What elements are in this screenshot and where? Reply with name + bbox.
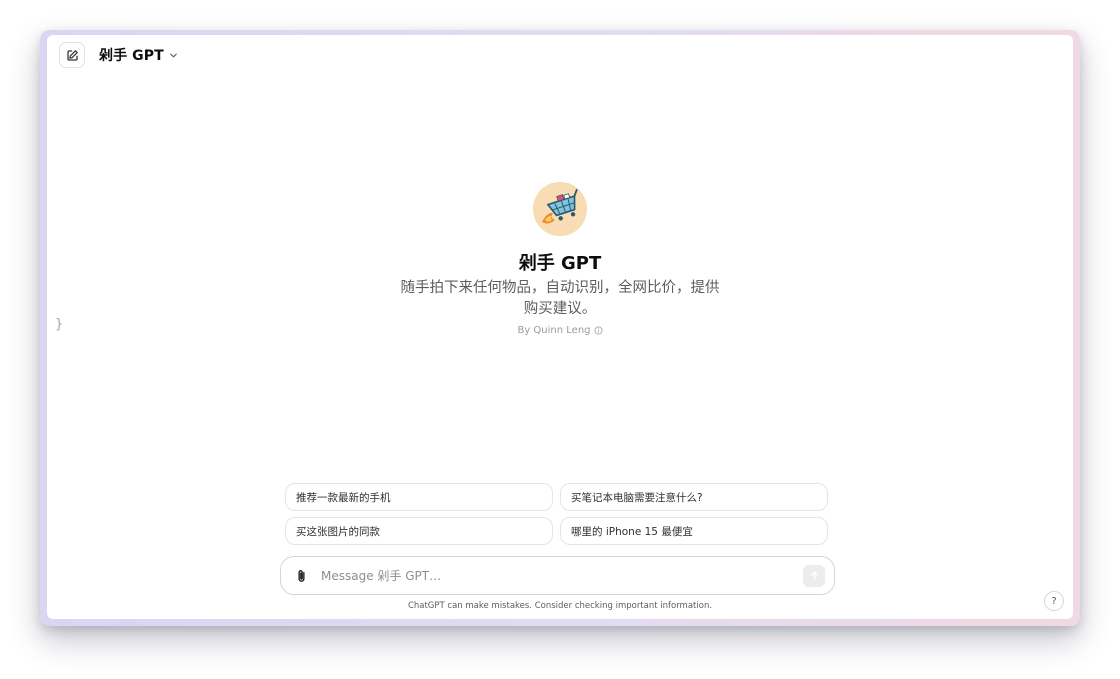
chevron-down-icon xyxy=(169,53,177,57)
attach-button[interactable] xyxy=(281,557,321,594)
chatgpt-window: 剁手 GPT } 剁手 GPT 随手拍下来任何物品，自动识别，全网比价，提供购买… xyxy=(47,35,1073,619)
edit-icon xyxy=(66,49,78,61)
suggestion-card[interactable]: 推荐一款最新的手机 xyxy=(285,483,553,511)
send-button[interactable] xyxy=(803,564,825,587)
gpt-name: 剁手 GPT xyxy=(518,253,602,274)
new-chat-button[interactable] xyxy=(59,42,85,68)
info-icon xyxy=(593,326,603,335)
gpt-author-label: By Quinn Leng xyxy=(517,325,591,336)
paperclip-icon xyxy=(297,569,305,582)
gpt-author: By Quinn Leng xyxy=(517,325,603,336)
gpt-description: 随手拍下来任何物品，自动识别，全网比价，提供购买建议。 xyxy=(400,280,720,317)
suggestion-card[interactable]: 哪里的 iPhone 15 最便宜 xyxy=(560,517,828,545)
desktop-stage: 剁手 GPT } 剁手 GPT 随手拍下来任何物品，自动识别，全网比价，提供购买… xyxy=(0,0,1120,679)
suggestion-card[interactable]: 买这张图片的同款 xyxy=(285,517,553,545)
shopping-cart-rocket-icon xyxy=(533,182,587,236)
gpt-selector[interactable]: 剁手 GPT xyxy=(99,44,178,66)
suggestion-card[interactable]: 买笔记本电脑需要注意什么? xyxy=(560,483,828,511)
help-button[interactable]: ? xyxy=(1044,591,1064,611)
suggestion-grid: 推荐一款最新的手机 买笔记本电脑需要注意什么? 买这张图片的同款 哪里的 iPh… xyxy=(285,483,830,545)
message-composer xyxy=(280,556,835,595)
arrow-up-icon xyxy=(810,571,818,580)
page-title: 剁手 GPT xyxy=(99,48,164,64)
message-input[interactable] xyxy=(321,560,803,591)
disclaimer-text: ChatGPT can make mistakes. Consider chec… xyxy=(407,601,713,611)
gpt-intro: 剁手 GPT 随手拍下来任何物品，自动识别，全网比价，提供购买建议。 By Qu… xyxy=(47,182,1073,336)
gpt-avatar xyxy=(533,182,587,236)
